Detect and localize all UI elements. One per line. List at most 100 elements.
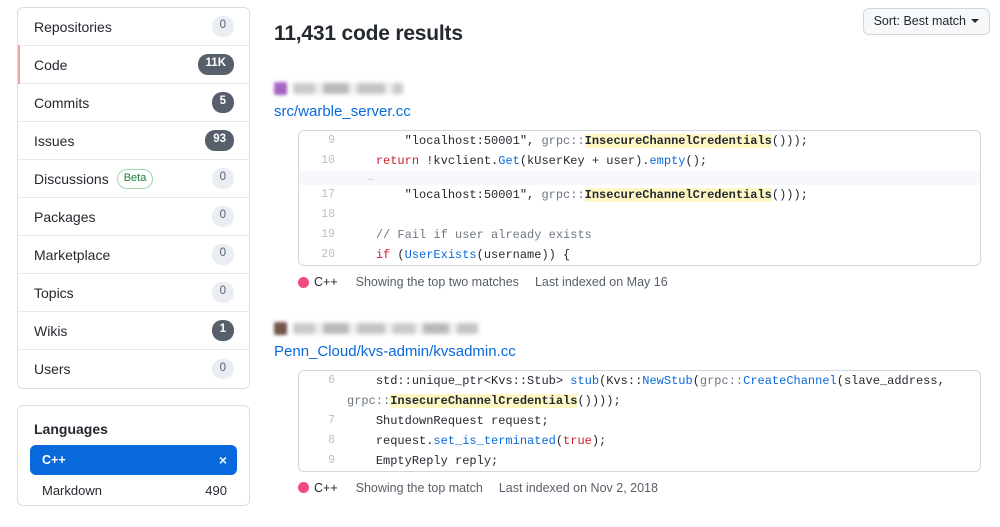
repository-line[interactable] xyxy=(274,81,990,95)
code-line: 10 return !kvclient.Get(kUserKey + user)… xyxy=(299,151,980,171)
sidebar-item-count: 5 xyxy=(211,92,234,113)
close-icon[interactable]: × xyxy=(219,453,227,467)
sidebar-item-label: Repositories xyxy=(34,18,112,35)
line-number: 20 xyxy=(321,248,335,262)
code-text: ShutdownRequest request; xyxy=(347,411,980,431)
language-filter-item[interactable]: Markdown 490 xyxy=(30,475,237,505)
code-skip-row: … xyxy=(299,171,980,186)
repository-line[interactable] xyxy=(274,321,990,335)
sidebar-item-repositories[interactable]: Repositories 0 xyxy=(18,8,249,46)
sidebar-item-discussions[interactable]: Discussions Beta 0 xyxy=(18,160,249,198)
results-header: 11,431 code results Sort: Best match xyxy=(274,6,990,67)
line-number: 18 xyxy=(321,208,335,222)
sidebar-item-count: 93 xyxy=(205,130,234,151)
file-path-link[interactable]: src/warble_server.cc xyxy=(274,103,411,122)
avatar xyxy=(274,321,287,335)
search-type-nav: Repositories 0 Code 11K Commits 5 Issues 93 Disc… xyxy=(17,7,250,389)
code-token: ( xyxy=(692,373,700,388)
line-number: 17 xyxy=(321,188,335,202)
sidebar-item-count: 11K xyxy=(197,54,234,75)
sidebar-item-left: Code xyxy=(34,58,67,72)
code-snippet: 9 "localhost:50001", grpc::InsecureChann… xyxy=(298,130,981,267)
results-list: src/warble_server.cc 9 "localhost:50001",… xyxy=(274,67,990,505)
line-number: 9 xyxy=(328,134,335,148)
sidebar-item-label: Users xyxy=(34,361,71,377)
sidebar-item-label: Topics xyxy=(34,284,74,301)
language-filter-selected[interactable]: C++ × xyxy=(30,445,237,475)
sidebar-item-users[interactable]: Users 0 xyxy=(18,350,249,388)
language-name: C++ xyxy=(42,453,66,467)
language-color-dot-icon xyxy=(298,276,309,288)
code-token: ShutdownRequest request; xyxy=(347,413,549,428)
sidebar-item-label: Commits xyxy=(34,94,90,111)
code-line: 19 // Fail if user already exists xyxy=(299,225,980,245)
code-token: CreateChannel xyxy=(743,373,837,388)
code-line: 20 if (UserExists(username)) { xyxy=(299,245,980,265)
code-result: Penn_Cloud/kvs-admin/kvsadmin.cc6 std::u… xyxy=(274,299,990,505)
code-token: true xyxy=(563,433,592,448)
avatar xyxy=(274,81,287,95)
sidebar-item-label: Wikis xyxy=(34,322,68,339)
code-token: "localhost:50001" xyxy=(404,188,528,203)
code-token: NewStub xyxy=(642,373,693,388)
chevron-down-icon xyxy=(971,19,979,23)
sidebar-item-label: Discussions xyxy=(34,170,109,187)
sort-button[interactable]: Sort: Best match xyxy=(862,8,990,35)
sidebar-item-code[interactable]: Code 11K xyxy=(18,45,249,84)
sidebar-item-count: 0 xyxy=(211,244,234,265)
sidebar-item-wikis[interactable]: Wikis 1 xyxy=(18,312,249,350)
code-token: request. xyxy=(347,433,434,448)
code-token: ())); xyxy=(771,188,808,203)
sidebar-item-label: Marketplace xyxy=(34,246,111,263)
match-count-text: Showing the top match xyxy=(355,480,483,495)
code-token: !kvclient. xyxy=(419,154,499,169)
sidebar-item-packages[interactable]: Packages 0 xyxy=(18,198,249,236)
code-text: "localhost:50001", grpc::InsecureChannel… xyxy=(347,131,980,151)
line-number: 8 xyxy=(328,433,335,447)
result-meta: C++ Showing the top match Last indexed on … xyxy=(298,481,990,495)
language-count: 490 xyxy=(205,482,227,498)
sidebar-item-left: Issues xyxy=(34,134,74,148)
line-number: 6 xyxy=(328,373,335,387)
beta-badge: Beta xyxy=(116,168,154,189)
code-token: // Fail if user already exists xyxy=(375,228,592,243)
sidebar-item-count: 0 xyxy=(211,168,234,189)
search-match-highlight: InsecureChannelCredentials xyxy=(584,188,772,203)
code-token: grpc:: xyxy=(541,188,585,203)
line-number: 9 xyxy=(328,453,335,467)
search-match-highlight: InsecureChannelCredentials xyxy=(390,393,578,408)
file-path-link[interactable]: Penn_Cloud/kvs-admin/kvsadmin.cc xyxy=(274,343,516,362)
code-token: grpc:: xyxy=(699,373,744,388)
languages-filter-card: Languages C++ × Markdown 490 xyxy=(17,405,250,506)
code-token: return xyxy=(375,154,420,169)
sidebar-item-count: 0 xyxy=(211,206,234,227)
sidebar-item-left: Discussions Beta xyxy=(34,168,154,189)
sidebar-item-marketplace[interactable]: Marketplace 0 xyxy=(18,236,249,274)
languages-list: C++ × Markdown 490 xyxy=(30,445,237,505)
sidebar-item-left: Users xyxy=(34,362,71,376)
page-title: 11,431 code results xyxy=(274,22,463,46)
code-text: if (UserExists(username)) { xyxy=(347,245,980,265)
code-line: 6 std::unique_ptr<Kvs::Stub> stub(Kvs::N… xyxy=(299,371,980,411)
code-line: 8 request.set_is_terminated(true); xyxy=(299,431,980,451)
sidebar-item-count: 0 xyxy=(211,16,234,37)
sidebar-item-label: Code xyxy=(34,56,68,73)
code-token: std::unique_ptr<Kvs::Stub> xyxy=(347,373,571,388)
sidebar-item-topics[interactable]: Topics 0 xyxy=(18,274,249,312)
last-indexed-text: Last indexed on Nov 2, 2018 xyxy=(498,480,658,495)
sidebar-item-issues[interactable]: Issues 93 xyxy=(18,122,249,160)
sidebar-item-commits[interactable]: Commits 5 xyxy=(18,84,249,122)
result-meta: C++ Showing the top two matches Last index… xyxy=(298,275,990,289)
code-text: EmptyReply reply; xyxy=(347,451,980,471)
code-line: 9 EmptyReply reply; xyxy=(299,451,980,471)
sidebar-item-count: 1 xyxy=(211,320,234,341)
code-line: 9 "localhost:50001", grpc::InsecureChann… xyxy=(299,131,980,151)
code-token: ); xyxy=(591,433,607,448)
sidebar-item-count: 0 xyxy=(211,358,234,380)
code-line: 7 ShutdownRequest request; xyxy=(299,411,980,431)
code-token: set_is_terminated xyxy=(433,433,556,448)
